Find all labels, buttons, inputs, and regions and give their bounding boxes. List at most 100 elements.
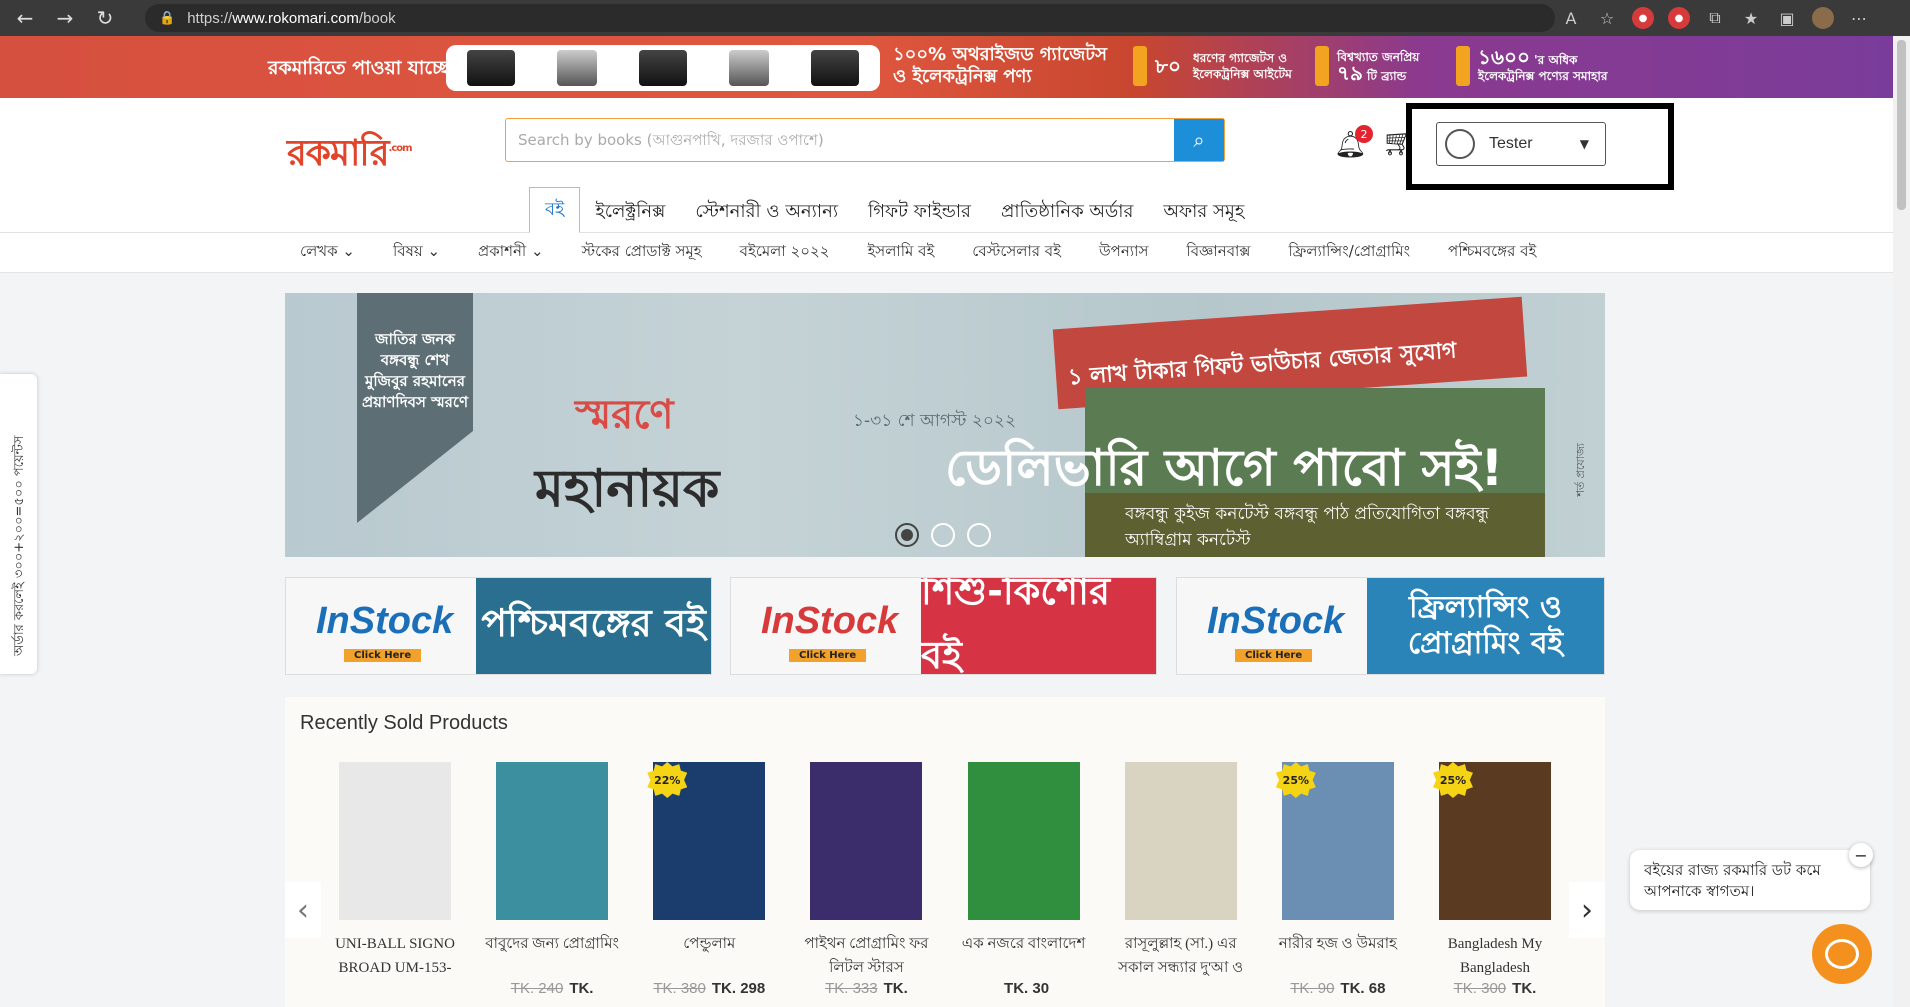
tab-gift-finder[interactable]: গিফট ফাইন্ডার	[853, 192, 986, 232]
product-card[interactable]: 25% নারীর হজ ও উমরাহ TK. 90 TK. 68	[1268, 762, 1408, 997]
scrollbar[interactable]	[1893, 36, 1910, 1007]
address-bar[interactable]: 🔒 https://www.rokomari.com/book	[145, 4, 1555, 32]
promo-main-line2: ও ইলেকট্রনিক্স পণ্য	[893, 66, 1032, 87]
scrollbar-thumb[interactable]	[1897, 40, 1906, 210]
product-name[interactable]: এক নজরে বাংলাদেশ	[954, 932, 1094, 980]
carousel-dot[interactable]	[967, 523, 991, 547]
product-name[interactable]: পেন্ডুলাম	[639, 932, 779, 980]
promo-bar	[1133, 46, 1147, 86]
subnav-in-stock[interactable]: স্টকের প্রোডাক্ট সমূহ	[582, 240, 702, 265]
product-name[interactable]: নারীর হজ ও উমরাহ	[1268, 932, 1408, 980]
product-name[interactable]: বাবুদের জন্য প্রোগ্রামিং	[482, 932, 622, 980]
subnav-science-box[interactable]: বিজ্ঞানবাক্স	[1186, 240, 1250, 265]
click-here-label: Click Here	[789, 649, 867, 662]
instock-badge: InStock Click Here	[286, 578, 476, 674]
instock-tile-children[interactable]: InStock Click Here শিশু-কিশোর বই	[730, 577, 1157, 675]
promo-seg3-line2: ইলেকট্রনিক্স পণ্যের সমাহার	[1478, 68, 1608, 83]
search-icon: ⌕	[1193, 128, 1205, 152]
product-name[interactable]: পাইথন প্রোগ্রামিং ফর লিটল স্টারস	[796, 932, 936, 980]
product-card[interactable]: 22% পেন্ডুলাম TK. 380 TK. 298	[639, 762, 779, 997]
product-image[interactable]	[810, 762, 923, 920]
tab-stationery[interactable]: স্টেশনারী ও অন্যান্য	[680, 192, 853, 232]
profile-avatar[interactable]	[1812, 7, 1834, 29]
read-aloud-icon[interactable]: A	[1560, 7, 1582, 29]
chevron-left-icon[interactable]: ‹	[285, 882, 321, 938]
account-name: Tester	[1489, 135, 1533, 152]
instock-badge: InStock Click Here	[1177, 578, 1367, 674]
tab-electronics[interactable]: ইলেক্ট্রনিক্স	[580, 192, 680, 232]
forward-icon[interactable]: →	[50, 3, 80, 33]
product-price: TK. 333 TK.	[825, 980, 908, 997]
extension-icon[interactable]: ●	[1632, 7, 1654, 29]
main-category-tabs: বই ইলেক্ট্রনিক্স স্টেশনারী ও অন্যান্য গি…	[529, 186, 1259, 233]
product-image[interactable]	[339, 762, 451, 920]
hero-contest-card: বঙ্গবন্ধু কুইজ কনটেস্ট বঙ্গবন্ধু পাঠ প্র…	[1085, 493, 1545, 557]
subnav-west-bengal[interactable]: পশ্চিমবঙ্গের বই	[1448, 240, 1536, 265]
product-image[interactable]	[967, 762, 1080, 920]
hero-carousel[interactable]: জাতির জনক বঙ্গবন্ধু শেখ মুজিবুর রহমানের …	[285, 293, 1605, 557]
product-card[interactable]: এক নজরে বাংলাদেশ TK. 30	[954, 762, 1094, 997]
promo-main-line1: ১০০% অথরাইজড গ্যাজেটস	[893, 44, 1108, 65]
instock-tile-west-bengal[interactable]: InStock Click Here পশ্চিমবঙ্গের বই	[285, 577, 712, 675]
subnav-publishers[interactable]: প্রকাশনী ⌄	[478, 240, 544, 265]
search-bar: ⌕	[505, 118, 1225, 162]
tab-offers[interactable]: অফার সমূহ	[1148, 192, 1259, 232]
subnav-book-fair[interactable]: বইমেলা ২০২২	[740, 240, 830, 265]
product-image[interactable]	[496, 762, 609, 920]
search-button[interactable]: ⌕	[1174, 119, 1224, 161]
more-icon[interactable]: ⋯	[1848, 7, 1870, 29]
product-name[interactable]: UNI-BALL SIGNO BROAD UM-153-(1.0mm) Silv…	[325, 932, 465, 980]
promo-seg1-number: ৮০	[1155, 54, 1181, 78]
back-icon[interactable]: ←	[10, 3, 40, 33]
search-input[interactable]	[506, 119, 1174, 161]
promo-seg1-line1: ধরণের গ্যাজেটস ও	[1192, 51, 1288, 65]
promo-bar	[1315, 46, 1329, 86]
product-name[interactable]: Bangladesh My Bangladesh	[1425, 932, 1565, 980]
product-card[interactable]: বাবুদের জন্য প্রোগ্রামিং TK. 240 TK.	[482, 762, 622, 997]
favorites-icon[interactable]: ★	[1740, 7, 1762, 29]
subnav-freelancing[interactable]: ফ্রিল্যান্সিং/প্রোগ্রামিং	[1288, 240, 1410, 265]
tab-institutional-order[interactable]: প্রাতিষ্ঠানিক অর্ডার	[986, 192, 1148, 232]
promo-segment-1: ৮০ ধরণের গ্যাজেটস ও ইলেকট্রনিক্স আইটেম	[1133, 46, 1292, 86]
subnav-bestseller[interactable]: বেস্টসেলার বই	[972, 240, 1061, 265]
product-card[interactable]: রাসূলুল্লাহ (সা.) এর সকাল সন্ধ্যার দু'আ …	[1111, 762, 1251, 997]
product-price	[325, 980, 465, 997]
collections-icon[interactable]: ▣	[1776, 7, 1798, 29]
reload-icon[interactable]: ↻	[90, 3, 120, 33]
close-icon[interactable]: −	[1849, 843, 1873, 867]
carousel-dot[interactable]	[931, 523, 955, 547]
subnav-islamic[interactable]: ইসলামি বই	[868, 240, 935, 265]
tab-books[interactable]: বই	[529, 187, 581, 233]
telephone-image	[811, 50, 859, 86]
product-image[interactable]	[1124, 762, 1237, 920]
subnav-authors[interactable]: লেখক ⌄	[300, 240, 355, 265]
account-dropdown[interactable]: Tester ▼	[1436, 122, 1606, 166]
subnav-novels[interactable]: উপন্যাস	[1099, 240, 1148, 265]
product-card[interactable]: 25% Bangladesh My Bangladesh TK. 300 TK.	[1425, 762, 1565, 997]
carousel-dots	[895, 523, 991, 547]
product-price: TK. 380 TK. 298	[653, 980, 766, 997]
product-name[interactable]: রাসূলুল্লাহ (সা.) এর সকাল সন্ধ্যার দু'আ …	[1111, 932, 1251, 980]
site-logo[interactable]: রকমারি.com	[287, 126, 413, 186]
promo-lead: রকমারিতে পাওয়া যাচ্ছে-	[268, 57, 458, 79]
caret-down-icon: ▼	[1579, 137, 1589, 151]
product-card[interactable]: UNI-BALL SIGNO BROAD UM-153-(1.0mm) Silv…	[325, 762, 465, 997]
chevron-right-icon[interactable]: ›	[1569, 882, 1605, 938]
extensions-puzzle-icon[interactable]: ⧉	[1704, 7, 1726, 29]
favorite-star-icon[interactable]: ☆	[1596, 7, 1618, 29]
promo-banner[interactable]: রকমারিতে পাওয়া যাচ্ছে- ১০০% অথরাইজড গ্য…	[0, 36, 1893, 98]
instock-tile-programming[interactable]: InStock Click Here ফ্রিল্যান্সিং ও প্রোগ্…	[1176, 577, 1605, 675]
click-here-label: Click Here	[344, 649, 422, 662]
smartwatch-image	[467, 50, 515, 86]
product-price: TK. 30	[1004, 980, 1050, 997]
sub-navigation: লেখক ⌄ বিষয় ⌄ প্রকাশনী ⌄ স্টকের প্রোডাক…	[0, 233, 1893, 273]
section-title: Recently Sold Products	[300, 712, 508, 734]
messenger-button[interactable]	[1812, 924, 1872, 984]
promo-seg3-number: ১৬০০	[1478, 44, 1530, 69]
product-card[interactable]: পাইথন প্রোগ্রামিং ফর লিটল স্টারস TK. 333 T…	[796, 762, 936, 997]
extension-2-icon[interactable]: ●	[1668, 7, 1690, 29]
carousel-dot[interactable]	[895, 523, 919, 547]
points-side-widget[interactable]: অর্ডার করলেই ৩০০+২০০=৫০০ পয়েন্টস	[0, 374, 37, 674]
subnav-subjects[interactable]: বিষয় ⌄	[393, 240, 440, 265]
promo-seg1-line2: ইলেকট্রনিক্স আইটেম	[1192, 67, 1292, 81]
